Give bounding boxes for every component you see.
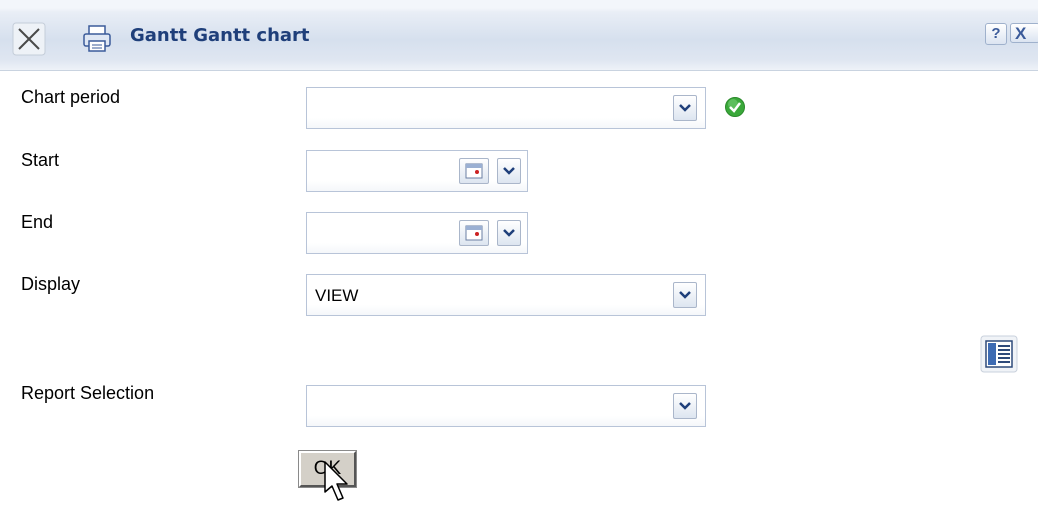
printer-icon[interactable] bbox=[78, 20, 116, 58]
window-title: Gantt Gantt chart bbox=[130, 25, 310, 46]
window-titlebar: Gantt Gantt chart ? X bbox=[0, 0, 1038, 71]
calendar-icon[interactable] bbox=[459, 220, 489, 246]
display-select[interactable]: VIEW bbox=[306, 274, 706, 316]
green-check-icon bbox=[724, 96, 746, 123]
chevron-down-icon[interactable] bbox=[673, 95, 697, 121]
chevron-down-icon[interactable] bbox=[497, 158, 521, 184]
chevron-down-icon[interactable] bbox=[673, 282, 697, 308]
chart-period-select[interactable] bbox=[306, 87, 706, 129]
mouse-pointer-icon bbox=[323, 460, 355, 515]
help-button[interactable]: ? bbox=[985, 23, 1007, 45]
chart-period-label: Chart period bbox=[21, 87, 121, 107]
start-label: Start bbox=[21, 150, 60, 170]
start-date-field[interactable] bbox=[306, 150, 528, 192]
close-x-icon[interactable] bbox=[10, 20, 48, 58]
display-label: Display bbox=[21, 274, 81, 294]
end-date-field[interactable] bbox=[306, 212, 528, 254]
display-value: VIEW bbox=[315, 286, 359, 305]
chevron-down-icon[interactable] bbox=[497, 220, 521, 246]
report-selection-label: Report Selection bbox=[21, 383, 155, 403]
report-selection-select[interactable] bbox=[306, 385, 706, 427]
chevron-down-icon[interactable] bbox=[673, 393, 697, 419]
end-label: End bbox=[21, 212, 54, 232]
calendar-icon[interactable] bbox=[459, 158, 489, 184]
window-close-button[interactable]: X bbox=[1010, 23, 1038, 43]
report-layout-icon[interactable] bbox=[980, 335, 1018, 373]
